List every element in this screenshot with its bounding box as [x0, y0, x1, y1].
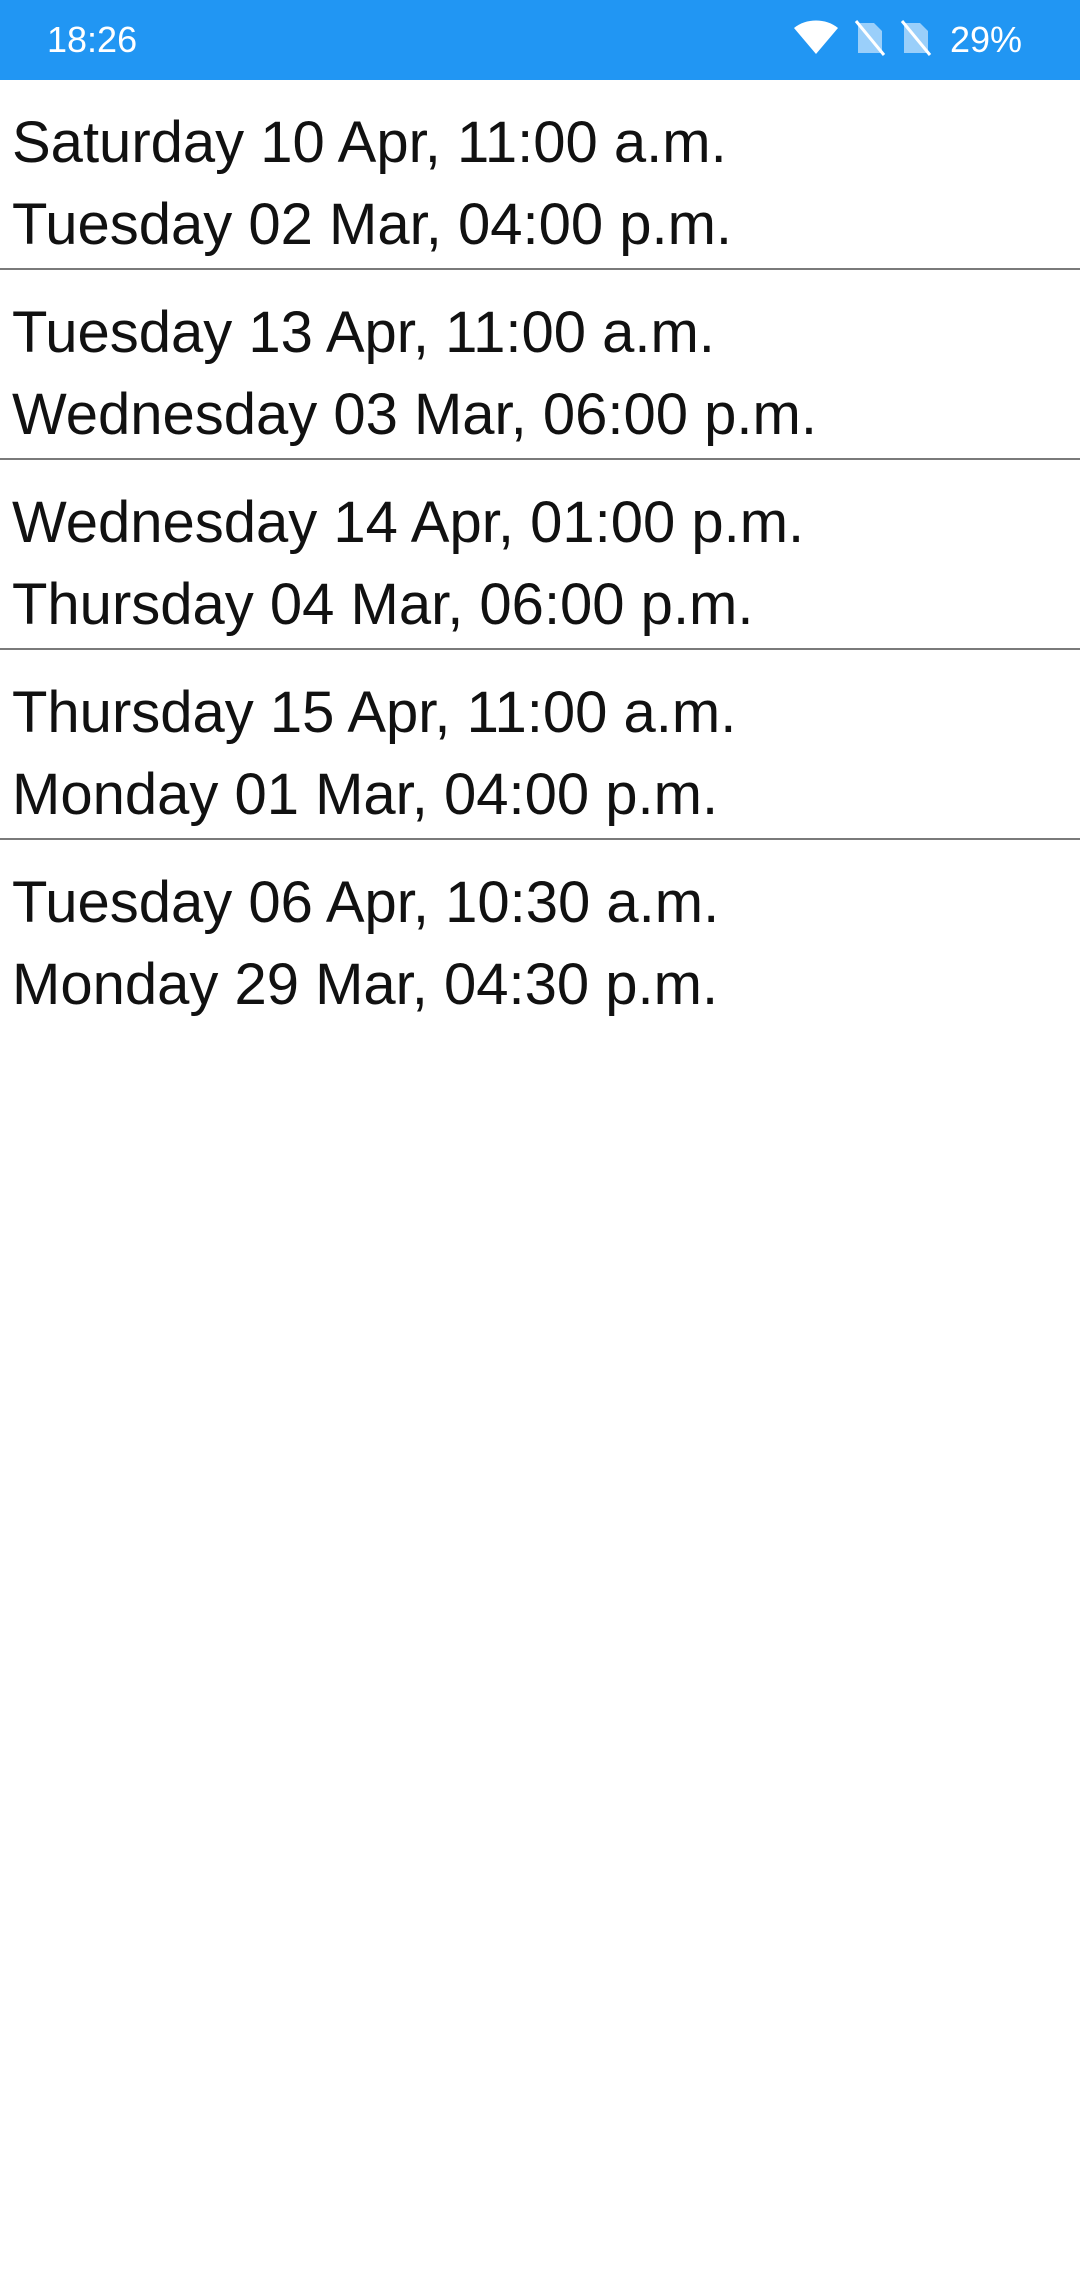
status-bar: 18:26 29%: [0, 0, 1080, 80]
list-item-secondary: Wednesday 03 Mar, 06:00 p.m.: [12, 382, 817, 447]
list-item-primary: Thursday 15 Apr, 11:00 a.m.: [12, 680, 737, 745]
list-item[interactable]: Tuesday 13 Apr, 11:00 a.m. Wednesday 03 …: [0, 270, 1080, 460]
list-item[interactable]: Thursday 15 Apr, 11:00 a.m. Monday 01 Ma…: [0, 650, 1080, 840]
list-item-primary: Tuesday 13 Apr, 11:00 a.m.: [12, 300, 715, 365]
battery-level: 29%: [949, 19, 1022, 60]
status-time: 18:26: [47, 19, 138, 60]
list-item[interactable]: Saturday 10 Apr, 11:00 a.m. Tuesday 02 M…: [0, 80, 1080, 270]
list-item-primary: Saturday 10 Apr, 11:00 a.m.: [12, 110, 727, 175]
no-sim-icon: [900, 19, 932, 62]
list-item-secondary: Monday 01 Mar, 04:00 p.m.: [12, 762, 719, 827]
status-icons: 29%: [792, 16, 1022, 64]
list-item-secondary: Tuesday 02 Mar, 04:00 p.m.: [12, 192, 733, 257]
list-item[interactable]: Wednesday 14 Apr, 01:00 p.m. Thursday 04…: [0, 460, 1080, 650]
list-item-secondary: Thursday 04 Mar, 06:00 p.m.: [12, 572, 754, 637]
list-item[interactable]: Tuesday 06 Apr, 10:30 a.m. Monday 29 Mar…: [0, 840, 1080, 1030]
appointment-list: Saturday 10 Apr, 11:00 a.m. Tuesday 02 M…: [0, 80, 1080, 1030]
wifi-icon: [792, 20, 840, 61]
no-sim-icon: [854, 19, 886, 62]
list-item-primary: Tuesday 06 Apr, 10:30 a.m.: [12, 870, 720, 935]
list-item-primary: Wednesday 14 Apr, 01:00 p.m.: [12, 490, 805, 555]
list-item-secondary: Monday 29 Mar, 04:30 p.m.: [12, 952, 719, 1017]
